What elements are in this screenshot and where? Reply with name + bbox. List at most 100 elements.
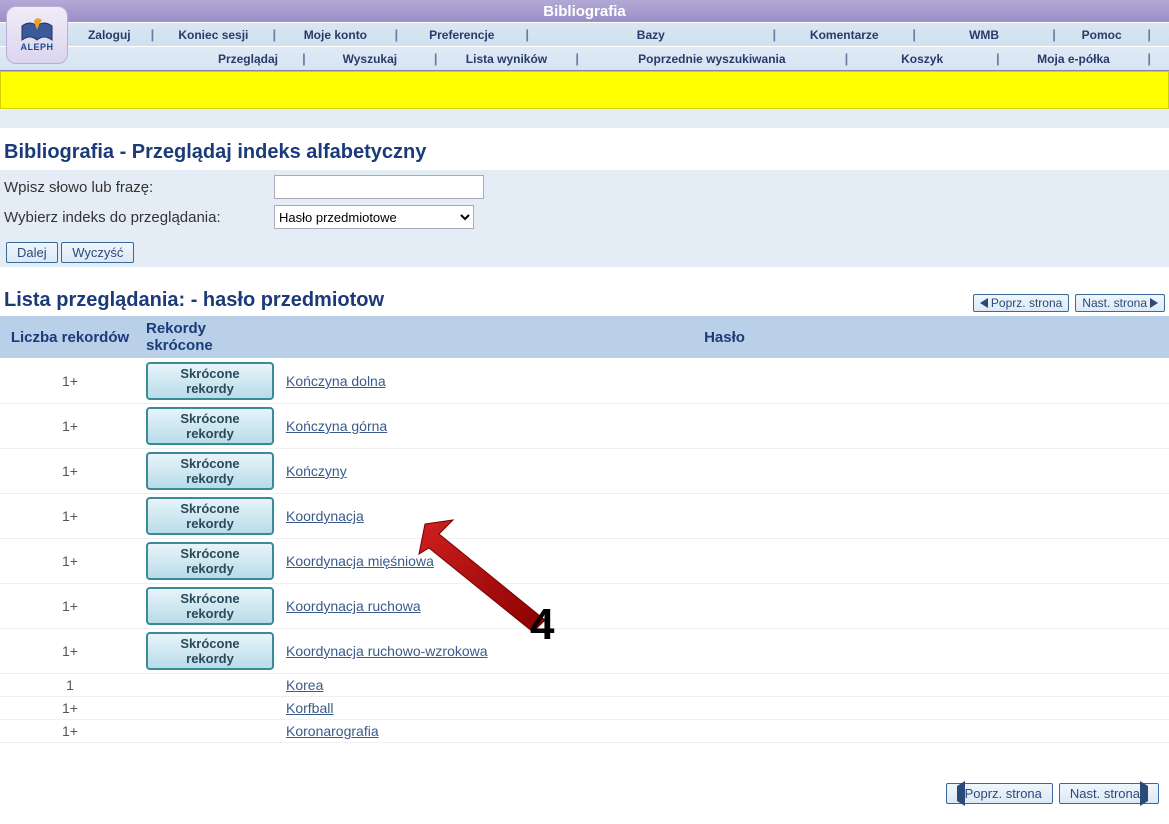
cell-short: Skrócone rekordy xyxy=(140,494,280,539)
menu-item[interactable]: Moja e-półka xyxy=(1010,52,1138,66)
chevron-right-icon xyxy=(1140,781,1148,806)
yellow-banner xyxy=(0,71,1169,109)
col-count: Liczba rekordów xyxy=(0,316,140,359)
chevron-left-icon xyxy=(957,781,965,806)
subject-link[interactable]: Kończyna dolna xyxy=(286,373,386,389)
menu-row-2: Przeglądaj|Wyszukaj|Lista wyników|Poprze… xyxy=(0,46,1169,70)
table-row: 1+ Koronarografia xyxy=(0,720,1169,743)
table-row: 1+Skrócone rekordyKończyny xyxy=(0,449,1169,494)
menu-item[interactable]: Moje konto xyxy=(286,28,384,42)
table-row: 1+Skrócone rekordy Koordynacja ruchowa xyxy=(0,584,1169,629)
cell-subject: Korea xyxy=(280,674,1169,697)
menu-separator: | xyxy=(835,51,859,66)
next-label: Nast. strona xyxy=(1082,296,1147,310)
cell-short: Skrócone rekordy xyxy=(140,449,280,494)
menu-item[interactable]: Bazy xyxy=(539,28,762,42)
short-records-button[interactable]: Skrócone rekordy xyxy=(146,497,274,535)
menu-separator: | xyxy=(565,51,589,66)
menu-item[interactable]: Zaloguj xyxy=(78,28,141,42)
menu-item[interactable]: Koszyk xyxy=(858,52,986,66)
cell-count: 1+ xyxy=(0,720,140,743)
prev-page-button[interactable]: Poprz. strona xyxy=(973,294,1069,312)
subject-link[interactable]: Koordynacja xyxy=(286,508,364,524)
cell-subject: Korfball xyxy=(280,697,1169,720)
label-index: Wybierz indeks do przeglądania: xyxy=(4,209,274,226)
subject-link[interactable]: Korea xyxy=(286,677,323,693)
short-records-button[interactable]: Skrócone rekordy xyxy=(146,452,274,490)
header: Bibliografia ALEPH Zaloguj|Koniec sesji|… xyxy=(0,0,1169,71)
cell-subject: Koordynacja ruchowa xyxy=(280,584,1169,629)
cell-count: 1+ xyxy=(0,584,140,629)
menu-item[interactable]: Przeglądaj xyxy=(204,52,292,66)
table-row: 1+ Korfball xyxy=(0,697,1169,720)
cell-count: 1 xyxy=(0,674,140,697)
table-row: 1+Skrócone rekordy Kończyna dolna xyxy=(0,359,1169,404)
app-title: Bibliografia xyxy=(0,0,1169,22)
table-row: 1+Skrócone rekordy Koordynacja ruchowo-wz… xyxy=(0,629,1169,674)
subject-link[interactable]: Koronarografia xyxy=(286,723,379,739)
cell-subject: Koordynacja ruchowo-wzrokowa xyxy=(280,629,1169,674)
logo: ALEPH xyxy=(6,6,68,64)
cell-short xyxy=(140,720,280,743)
prev-page-button-bottom[interactable]: Poprz. strona xyxy=(946,783,1053,804)
prev-label: Poprz. strona xyxy=(991,296,1062,310)
next-label: Nast. strona xyxy=(1070,786,1140,801)
index-select[interactable]: Hasło przedmiotowe xyxy=(274,205,474,229)
short-records-button[interactable]: Skrócone rekordy xyxy=(146,542,274,580)
menu-item[interactable]: Preferencje xyxy=(408,28,515,42)
cell-subject: Koordynacja xyxy=(280,494,1169,539)
subject-link[interactable]: Koordynacja ruchowo-wzrokowa xyxy=(286,643,488,659)
label-phrase: Wpisz słowo lub frazę: xyxy=(4,179,274,196)
menu-separator: | xyxy=(1137,51,1161,66)
menu-item[interactable]: Wyszukaj xyxy=(316,52,424,66)
menu-item[interactable]: Koniec sesji xyxy=(164,28,262,42)
cell-count: 1+ xyxy=(0,697,140,720)
cell-subject: Kończyna dolna xyxy=(280,359,1169,404)
menu-item[interactable]: Poprzednie wyszukiwania xyxy=(589,52,835,66)
menu-separator: | xyxy=(902,27,926,42)
menu-separator: | xyxy=(263,27,287,42)
table-row: 1+Skrócone rekordy Kończyna górna xyxy=(0,404,1169,449)
cell-short xyxy=(140,697,280,720)
subject-link[interactable]: Kończyna górna xyxy=(286,418,387,434)
cell-count: 1+ xyxy=(0,539,140,584)
cell-count: 1+ xyxy=(0,359,140,404)
subject-link[interactable]: Korfball xyxy=(286,700,333,716)
cell-short: Skrócone rekordy xyxy=(140,404,280,449)
menu-separator: | xyxy=(424,51,448,66)
subject-link[interactable]: Kończyny xyxy=(286,463,347,479)
prev-label: Poprz. strona xyxy=(965,786,1042,801)
menu-item[interactable]: Pomoc xyxy=(1066,28,1138,42)
book-icon xyxy=(20,18,54,44)
short-records-button[interactable]: Skrócone rekordy xyxy=(146,362,274,400)
table-row: 1 Korea xyxy=(0,674,1169,697)
cell-short: Skrócone rekordy xyxy=(140,539,280,584)
chevron-left-icon xyxy=(980,298,988,308)
cell-count: 1+ xyxy=(0,494,140,539)
cell-short: Skrócone rekordy xyxy=(140,584,280,629)
short-records-button[interactable]: Skrócone rekordy xyxy=(146,587,274,625)
short-records-button[interactable]: Skrócone rekordy xyxy=(146,407,274,445)
cell-subject: Koordynacja mięśniowa xyxy=(280,539,1169,584)
menu-separator: | xyxy=(141,27,165,42)
cell-short: Skrócone rekordy xyxy=(140,629,280,674)
cell-count: 1+ xyxy=(0,404,140,449)
col-subject: Hasło xyxy=(280,316,1169,359)
menu-item[interactable]: WMB xyxy=(926,28,1042,42)
next-page-button-bottom[interactable]: Nast. strona xyxy=(1059,783,1159,804)
menu-row-1: Zaloguj|Koniec sesji|Moje konto|Preferen… xyxy=(0,22,1169,46)
cell-count: 1+ xyxy=(0,629,140,674)
form-buttons: Dalej Wyczyść xyxy=(0,238,1169,267)
menu-separator: | xyxy=(292,51,316,66)
chevron-right-icon xyxy=(1150,298,1158,308)
menu-item[interactable]: Lista wyników xyxy=(448,52,566,66)
phrase-input[interactable] xyxy=(274,175,484,199)
subject-link[interactable]: Koordynacja mięśniowa xyxy=(286,553,434,569)
next-button[interactable]: Dalej xyxy=(6,242,58,263)
light-spacer xyxy=(0,109,1169,129)
menu-item[interactable]: Komentarze xyxy=(786,28,902,42)
next-page-button[interactable]: Nast. strona xyxy=(1075,294,1165,312)
short-records-button[interactable]: Skrócone rekordy xyxy=(146,632,274,670)
clear-button[interactable]: Wyczyść xyxy=(61,242,134,263)
subject-link[interactable]: Koordynacja ruchowa xyxy=(286,598,421,614)
